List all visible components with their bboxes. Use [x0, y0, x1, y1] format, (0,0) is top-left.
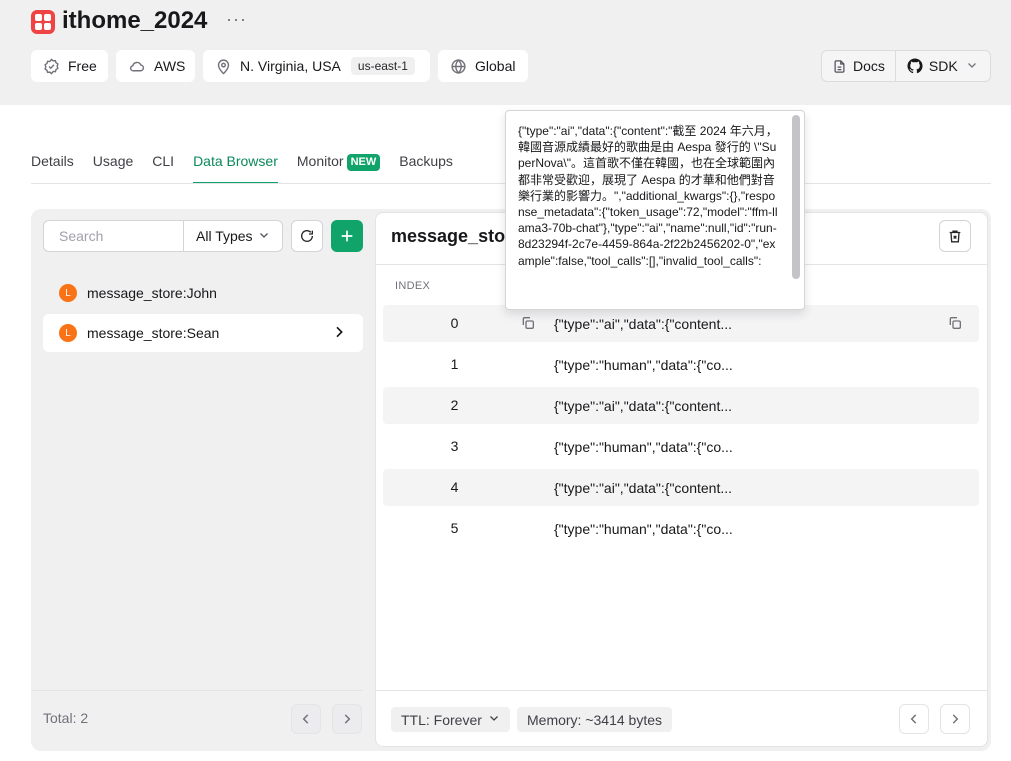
panel-footer-divider: [375, 690, 988, 691]
copy-icon[interactable]: [947, 315, 963, 331]
list-type-badge: L: [59, 284, 77, 302]
tab-usage[interactable]: Usage: [93, 150, 133, 184]
region-label: N. Virginia, USA: [240, 58, 341, 74]
key-detail-title: message_store:Sean: [391, 226, 513, 246]
badge-check-icon: [43, 57, 60, 75]
tooltip-text: {"type":"ai","data":{"content":"截至 2024 …: [518, 124, 778, 268]
app-logo-icon: [31, 10, 55, 34]
refresh-icon: [299, 228, 315, 244]
prev-page-button[interactable]: [291, 704, 321, 734]
globe-icon: [450, 58, 467, 75]
table-row[interactable]: 5 {"type":"human","data":{"co...: [383, 510, 979, 547]
plan-label: Free: [68, 58, 97, 74]
github-icon: [906, 57, 924, 75]
sdk-label: SDK: [928, 58, 958, 74]
table-row[interactable]: 2 {"type":"ai","data":{"content...: [383, 387, 979, 424]
row-value: {"type":"human","data":{"co...: [554, 439, 733, 455]
chevron-left-icon: [907, 712, 921, 726]
ttl-dropdown[interactable]: TTL: Forever: [391, 707, 510, 732]
value-preview-tooltip: {"type":"ai","data":{"content":"截至 2024 …: [505, 110, 805, 310]
refresh-button[interactable]: [291, 220, 323, 252]
prev-page-button[interactable]: [899, 704, 929, 734]
table-row[interactable]: 4 {"type":"ai","data":{"content...: [383, 469, 979, 506]
cloud-icon: [128, 58, 146, 75]
provider-label: AWS: [154, 58, 186, 74]
index-column-header: INDEX: [395, 280, 431, 292]
table-row[interactable]: 3 {"type":"human","data":{"co...: [383, 428, 979, 465]
key-list-item[interactable]: L message_store:John: [43, 274, 363, 312]
docs-button[interactable]: Docs: [822, 51, 896, 81]
scope-label: Global: [475, 58, 516, 74]
next-page-button[interactable]: [940, 704, 970, 734]
add-key-button[interactable]: [331, 220, 363, 252]
type-filter-select[interactable]: All Types: [183, 220, 283, 252]
tooltip-scrollbar[interactable]: [792, 115, 800, 279]
tab-backups[interactable]: Backups: [399, 150, 453, 184]
chevron-down-icon: [488, 712, 500, 727]
delete-key-button[interactable]: [939, 220, 971, 252]
ttl-value: Forever: [433, 711, 482, 728]
tab-monitor[interactable]: Monitor NEW: [296, 150, 381, 184]
chevron-right-icon: [331, 324, 347, 343]
key-list-item-selected[interactable]: L message_store:Sean: [43, 314, 363, 352]
chevron-down-icon: [258, 229, 270, 244]
tab-bar: Details Usage CLI Data Browser Monitor NE…: [31, 150, 472, 184]
table-row[interactable]: 1 {"type":"human","data":{"co...: [383, 346, 979, 383]
tab-monitor-label: Monitor: [296, 153, 344, 169]
sdk-dropdown-button[interactable]: SDK: [896, 51, 988, 81]
row-value: {"type":"ai","data":{"content...: [554, 480, 733, 496]
total-count: Total: 2: [43, 710, 89, 726]
row-value: {"type":"human","data":{"co...: [554, 521, 733, 537]
scope-chip[interactable]: Global: [438, 50, 528, 82]
row-value: {"type":"human","data":{"co...: [554, 357, 733, 373]
docs-label: Docs: [853, 58, 885, 74]
key-name: message_store:John: [87, 285, 217, 301]
trash-icon: [947, 228, 963, 245]
database-title: ithome_2024: [62, 7, 208, 34]
row-value: {"type":"ai","data":{"content...: [554, 316, 733, 332]
search-input[interactable]: [43, 220, 184, 252]
key-name: message_store:Sean: [87, 325, 220, 341]
left-footer-divider: [31, 690, 363, 691]
tab-details[interactable]: Details: [31, 150, 74, 184]
memory-usage-badge: Memory: ~3414 bytes: [517, 707, 673, 732]
chevron-left-icon: [299, 712, 313, 726]
row-index: 3: [450, 438, 459, 454]
copy-icon[interactable]: [520, 315, 536, 331]
plus-icon: [339, 228, 355, 244]
ttl-label: TTL:: [401, 711, 430, 728]
row-index: 4: [450, 479, 459, 495]
plan-chip[interactable]: Free: [31, 50, 108, 82]
list-type-badge: L: [59, 324, 77, 342]
region-chip[interactable]: N. Virginia, USA us-east-1: [203, 50, 430, 82]
type-filter-value: All Types: [196, 228, 253, 244]
document-icon: [832, 58, 847, 75]
row-index: 5: [450, 520, 459, 536]
row-index: 1: [450, 356, 459, 372]
new-badge: NEW: [346, 154, 381, 171]
map-pin-icon: [215, 58, 232, 75]
region-code-badge: us-east-1: [350, 57, 415, 75]
chevron-down-icon: [966, 58, 978, 74]
table-row[interactable]: 0 {"type":"ai","data":{"content...: [383, 305, 979, 342]
docs-sdk-group: Docs SDK: [821, 50, 991, 82]
tab-data-browser[interactable]: Data Browser: [193, 150, 278, 184]
chevron-right-icon: [340, 712, 354, 726]
row-index: 0: [450, 315, 459, 331]
provider-chip[interactable]: AWS: [116, 50, 195, 82]
tab-cli[interactable]: CLI: [152, 150, 174, 184]
chevron-right-icon: [948, 712, 962, 726]
row-value: {"type":"ai","data":{"content...: [554, 398, 733, 414]
row-index: 2: [450, 397, 459, 413]
more-options-icon[interactable]: ···: [226, 9, 247, 30]
next-page-button[interactable]: [332, 704, 362, 734]
